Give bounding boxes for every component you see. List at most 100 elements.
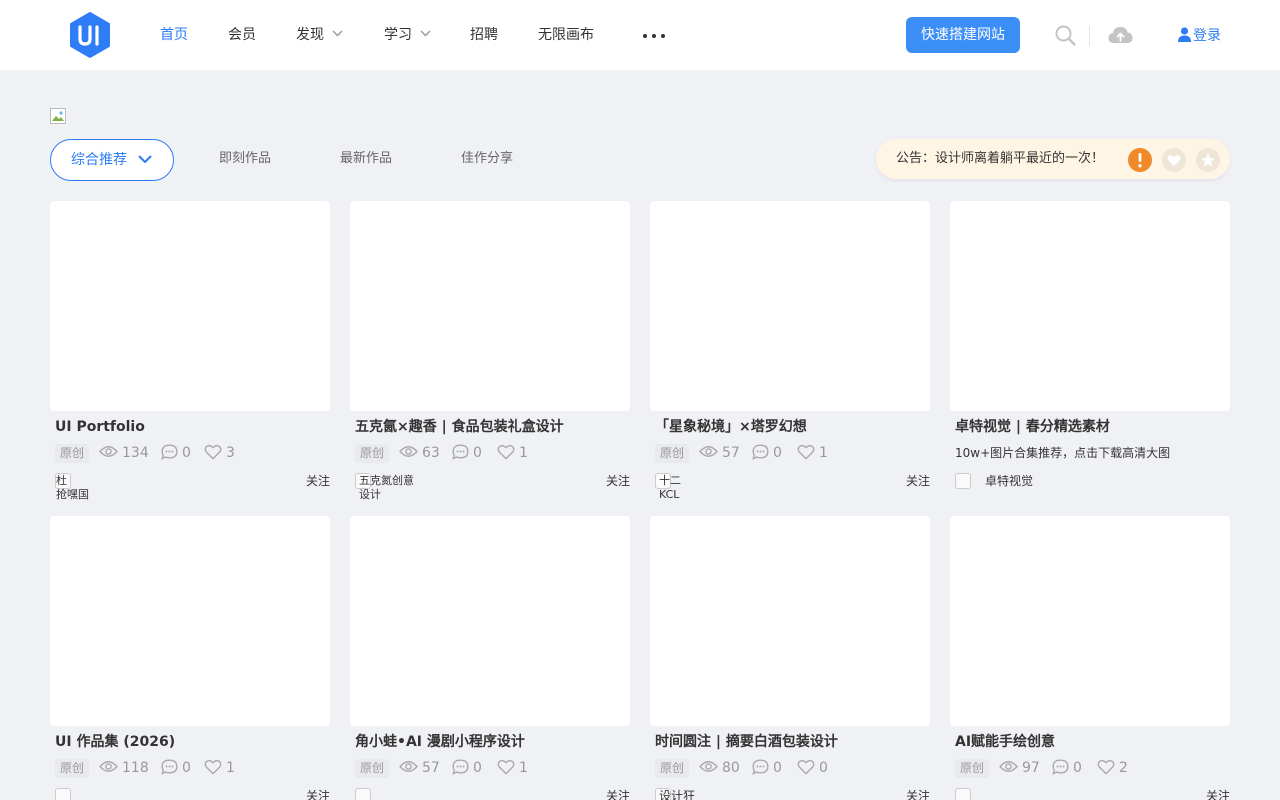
follow-button[interactable]: 关注 [606,788,630,800]
search-icon[interactable] [1055,25,1076,50]
logo-icon[interactable] [69,12,111,58]
nav-home[interactable]: 首页 [160,25,188,45]
alert-icon[interactable] [1128,148,1152,172]
author-info[interactable]: 设计狂 [655,788,875,800]
work-title[interactable]: 卓特视觉 | 春分精选素材 [955,417,1230,437]
heart-icon[interactable] [1162,148,1186,172]
work-card[interactable]: 卓特视觉 | 春分精选素材 10w+图片合集推荐，点击下载高清大图 卓特视觉 [950,201,1230,511]
work-stats: 原创 63 0 1 [355,443,630,463]
nav-learn[interactable]: 学习 [384,25,431,45]
author-info[interactable]: 五克氮创意 设计 [355,473,575,503]
nav-jobs[interactable]: 招聘 [470,25,498,45]
nav-membership-label: 会员 [228,27,256,43]
work-thumbnail[interactable] [50,516,330,726]
author-info[interactable]: 杜 抢嘿国 [55,473,275,503]
work-card[interactable]: 角小蛙•AI 漫剧小程序设计 原创 57 0 1 关注 [350,516,630,800]
follow-button[interactable]: 关注 [906,473,930,489]
heart-icon [1097,759,1115,775]
work-title[interactable]: 时间圆注 | 摘要白酒包装设计 [655,732,930,752]
likes-stat[interactable]: 1 [797,443,828,463]
likes-count: 3 [226,445,235,461]
comments-stat: 0 [161,443,191,463]
avatar[interactable] [355,788,371,800]
likes-stat[interactable]: 1 [497,758,528,778]
top-navbar: 首页 会员 发现 学习 招聘 无限画布 快速搭建网站 登录 [0,0,1280,70]
comments-count: 0 [473,760,482,776]
quick-build-site-button[interactable]: 快速搭建网站 [906,17,1020,53]
original-badge: 原创 [355,444,389,463]
cloud-upload-icon[interactable] [1108,26,1133,48]
author-info[interactable] [355,788,575,800]
work-description: 10w+图片合集推荐，点击下载高清大图 [955,446,1171,460]
author-info[interactable]: 卓特视觉 [955,473,1175,503]
comments-count: 0 [1073,760,1082,776]
author-info[interactable] [55,788,275,800]
follow-button[interactable]: 关注 [1206,788,1230,800]
follow-button[interactable]: 关注 [306,788,330,800]
tab-instant-works[interactable]: 即刻作品 [219,150,271,168]
work-thumbnail[interactable] [50,201,330,411]
author-name[interactable]: 卓特视觉 [985,474,1033,488]
views-count: 134 [122,445,149,461]
likes-stat[interactable]: 3 [204,443,235,463]
nav-discover[interactable]: 发现 [296,25,343,45]
author-name[interactable]: 杜 抢嘿国 [56,474,89,502]
star-icon[interactable] [1196,148,1220,172]
tab-featured-share[interactable]: 佳作分享 [461,150,513,168]
nav-membership[interactable]: 会员 [228,25,256,45]
work-title[interactable]: 五克氤×趣香 | 食品包装礼盒设计 [355,417,630,437]
work-thumbnail[interactable] [950,201,1230,411]
views-stat: 57 [399,758,440,778]
follow-button[interactable]: 关注 [606,473,630,489]
author-name[interactable]: 设计狂 [659,789,695,800]
work-title[interactable]: UI Portfolio [55,417,330,437]
work-card[interactable]: UI Portfolio 原创 134 0 3 杜 抢嘿国 关注 [50,201,330,511]
work-card[interactable]: 时间圆注 | 摘要白酒包装设计 原创 80 0 0 设计狂 关注 [650,516,930,800]
work-card[interactable]: 「星象秘境」×塔罗幻想 原创 57 0 1 十二 KCL 关注 [650,201,930,511]
comment-icon [161,443,178,460]
likes-stat[interactable]: 1 [204,758,235,778]
author-info[interactable] [955,788,1175,800]
follow-button[interactable]: 关注 [906,788,930,800]
likes-stat[interactable]: 1 [497,443,528,463]
nav-infinite-canvas[interactable]: 无限画布 [538,25,594,45]
likes-stat[interactable]: 0 [797,758,828,778]
work-title[interactable]: 「星象秘境」×塔罗幻想 [655,417,930,437]
tab-latest-works[interactable]: 最新作品 [340,150,392,168]
comment-icon [452,758,469,775]
work-thumbnail[interactable] [350,201,630,411]
more-dots-icon[interactable] [642,27,666,45]
comments-stat: 0 [161,758,191,778]
work-title[interactable]: 角小蛙•AI 漫剧小程序设计 [355,732,630,752]
original-badge: 原创 [955,759,989,778]
sort-dropdown-label: 综合推荐 [71,152,127,168]
likes-count: 1 [519,760,528,776]
sort-dropdown[interactable]: 综合推荐 [50,139,174,181]
comments-stat: 0 [752,443,782,463]
work-title[interactable]: AI赋能手绘创意 [955,732,1230,752]
work-thumbnail[interactable] [950,516,1230,726]
work-card[interactable]: UI 作品集 (2026) 原创 118 0 1 关注 [50,516,330,800]
likes-count: 0 [819,760,828,776]
work-thumbnail[interactable] [650,516,930,726]
heart-icon [204,444,222,460]
work-card[interactable]: AI赋能手绘创意 原创 97 0 2 关注 [950,516,1230,800]
views-stat: 57 [699,443,740,463]
author-info[interactable]: 十二 KCL [655,473,875,503]
work-thumbnail[interactable] [350,516,630,726]
work-thumbnail[interactable] [650,201,930,411]
work-card[interactable]: 五克氤×趣香 | 食品包装礼盒设计 原创 63 0 1 五克氮创意 设计 关注 [350,201,630,511]
likes-stat[interactable]: 2 [1097,758,1128,778]
nav-jobs-label: 招聘 [470,27,498,43]
author-name[interactable]: 五克氮创意 设计 [359,474,414,502]
avatar[interactable] [955,473,971,489]
likes-count: 1 [519,445,528,461]
author-name[interactable]: 十二 KCL [659,474,681,502]
work-title[interactable]: UI 作品集 (2026) [55,732,330,752]
views-count: 57 [722,445,740,461]
avatar[interactable] [955,788,971,800]
avatar[interactable] [55,788,71,800]
eye-icon [99,446,118,457]
follow-button[interactable]: 关注 [306,473,330,489]
login-link[interactable]: 登录 [1178,26,1221,46]
